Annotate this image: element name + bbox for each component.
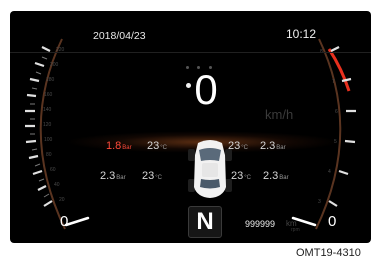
gear-indicator: N bbox=[188, 206, 222, 238]
tire-pressure-unit: Bar bbox=[276, 145, 286, 151]
tire-pressure-value: 1.8 bbox=[106, 140, 122, 152]
svg-text:20: 20 bbox=[59, 197, 65, 203]
digital-speed-readout: 0 bbox=[194, 66, 218, 113]
tire-pressure-value: 2.3 bbox=[260, 140, 276, 152]
gear-letter: N bbox=[196, 208, 214, 235]
speed-unit-label: km/h bbox=[265, 107, 294, 122]
page-indicator[interactable] bbox=[186, 59, 226, 89]
svg-text:100: 100 bbox=[44, 137, 53, 143]
svg-text:120: 120 bbox=[43, 122, 52, 128]
svg-text:80: 80 bbox=[46, 152, 52, 158]
svg-text:40: 40 bbox=[54, 182, 60, 188]
tire-pressure-unit: Bar bbox=[122, 145, 132, 151]
tire-front-right-readout: 2.3Bar bbox=[260, 140, 288, 152]
instrument-cluster-display: 220200180 160140120 1008060 4020 876 543… bbox=[10, 11, 371, 243]
tire-front-left-readout: 1.8Bar bbox=[106, 140, 134, 152]
svg-text:60: 60 bbox=[50, 167, 56, 173]
odometer-unit: km bbox=[286, 219, 297, 228]
tire-rear-left-temp: 23°C bbox=[142, 170, 164, 182]
tire-temp-unit: °C bbox=[160, 145, 167, 151]
tire-rear-left-readout: 2.3Bar bbox=[100, 170, 128, 182]
tire-pressure-unit: Bar bbox=[116, 175, 126, 181]
tire-rear-right-readout: 2.3Bar bbox=[263, 170, 291, 182]
tire-temp-unit: °C bbox=[244, 175, 251, 181]
svg-text:4: 4 bbox=[328, 169, 331, 175]
header-divider bbox=[10, 52, 371, 53]
tire-temp-unit: °C bbox=[241, 145, 248, 151]
tire-pressure-value: 2.3 bbox=[100, 170, 116, 182]
odometer-value: 999999 bbox=[245, 219, 276, 229]
tire-temp-value: 23 bbox=[147, 140, 160, 152]
speedometer-needle-value: 0 bbox=[60, 213, 69, 230]
svg-text:3: 3 bbox=[318, 199, 321, 205]
speedometer-needle bbox=[64, 216, 90, 227]
car-top-view-icon bbox=[188, 140, 232, 198]
tire-pressure-unit: Bar bbox=[279, 175, 289, 181]
tire-temp-value: 23 bbox=[142, 170, 155, 182]
tachometer-needle-value: 0 bbox=[328, 213, 337, 230]
tire-temp-unit: °C bbox=[155, 175, 162, 181]
tire-pressure-value: 2.3 bbox=[263, 170, 279, 182]
date-display: 2018/04/23 bbox=[93, 30, 146, 42]
tire-front-left-temp: 23°C bbox=[147, 140, 169, 152]
figure-caption: OMT19-4310 bbox=[296, 247, 361, 259]
clock-display: 10:12 bbox=[286, 27, 317, 41]
